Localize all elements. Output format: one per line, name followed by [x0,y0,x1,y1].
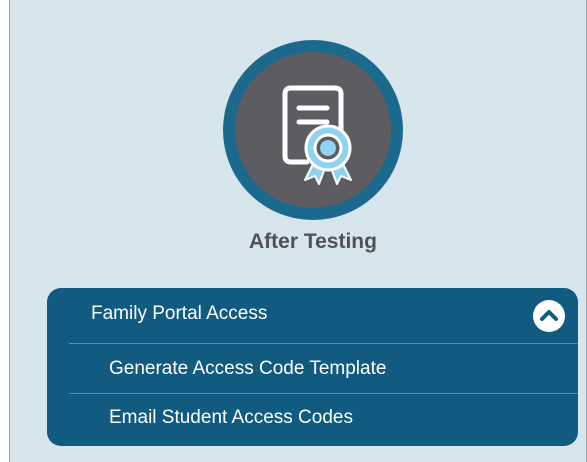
certificate-icon-badge [223,40,403,220]
accordion-header-label: Family Portal Access [91,303,268,324]
menu-item-label: Generate Access Code Template [109,358,387,379]
after-testing-panel: After Testing Family Portal Access Gener… [9,0,587,462]
section-title: After Testing [249,230,377,253]
chevron-up-icon [540,310,558,321]
menu-item-label: Email Student Access Codes [109,407,353,428]
accordion-header[interactable]: Family Portal Access [47,288,578,342]
divider [69,343,578,344]
menu-item-generate-access-code-template[interactable]: Generate Access Code Template [47,345,578,393]
collapse-toggle-button[interactable] [533,300,565,332]
certificate-icon [235,52,391,208]
menu-item-email-student-access-codes[interactable]: Email Student Access Codes [47,394,578,442]
family-portal-access-accordion: Family Portal Access Generate Access Cod… [47,288,578,446]
